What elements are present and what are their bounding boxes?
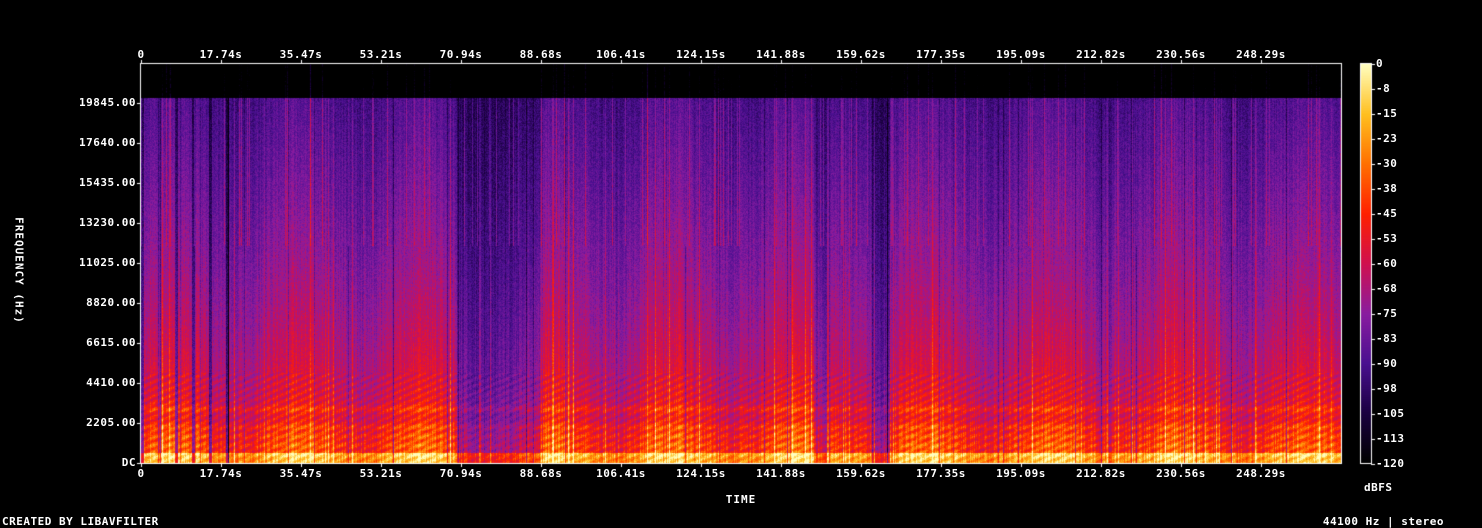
x-tick-label-bottom: 70.94s	[439, 467, 483, 480]
x-tick-label-top: 0	[137, 48, 145, 61]
x-tick-label-top: 230.56s	[1156, 48, 1206, 61]
colorbar-tick-label: 0	[1376, 57, 1384, 70]
y-tick-label: 17640.00	[79, 136, 136, 149]
y-tick-label: 19845.00	[79, 96, 136, 109]
x-tick-label-bottom: 230.56s	[1156, 467, 1206, 480]
x-tick-label-top: 248.29s	[1236, 48, 1286, 61]
colorbar-tick-label: -23	[1376, 132, 1398, 145]
y-tick-label: 6615.00	[86, 336, 136, 349]
y-tick-label: 2205.00	[86, 416, 136, 429]
x-tick-label-bottom: 106.41s	[596, 467, 646, 480]
colorbar-tick-label: -8	[1376, 82, 1391, 95]
colorbar-tick-label: -120	[1376, 457, 1405, 470]
x-tick-label-top: 124.15s	[676, 48, 726, 61]
colorbar-tick-label: -83	[1376, 332, 1398, 345]
colorbar-tick-label: -98	[1376, 382, 1398, 395]
x-tick-label-bottom: 88.68s	[519, 467, 563, 480]
x-tick-label-top: 17.74s	[199, 48, 243, 61]
colorbar-tick-label: -113	[1376, 432, 1405, 445]
x-tick-label-top: 195.09s	[996, 48, 1046, 61]
x-tick-label-top: 177.35s	[916, 48, 966, 61]
x-tick-label-bottom: 35.47s	[279, 467, 323, 480]
x-tick-label-top: 70.94s	[439, 48, 483, 61]
x-tick-label-top: 53.21s	[359, 48, 403, 61]
x-tick-label-bottom: 177.35s	[916, 467, 966, 480]
x-tick-label-top: 212.82s	[1076, 48, 1126, 61]
colorbar-tick-label: -45	[1376, 207, 1398, 220]
colorbar-tick-label: -105	[1376, 407, 1405, 420]
x-tick-label-bottom: 212.82s	[1076, 467, 1126, 480]
x-tick-label-bottom: 159.62s	[836, 467, 886, 480]
colorbar-tick-label: -60	[1376, 257, 1398, 270]
x-axis-label: TIME	[725, 493, 757, 506]
colorbar-tick-label: -30	[1376, 157, 1398, 170]
colorbar-unit-label: dBFS	[1364, 481, 1393, 494]
spectrogram-canvas	[0, 0, 1482, 528]
colorbar-tick-label: -38	[1376, 182, 1398, 195]
y-tick-label: 4410.00	[86, 376, 136, 389]
y-axis-label: FREQUENCY (Hz)	[12, 217, 26, 324]
x-tick-label-top: 35.47s	[279, 48, 323, 61]
y-tick-label: 13230.00	[79, 216, 136, 229]
x-tick-label-bottom: 195.09s	[996, 467, 1046, 480]
y-tick-label: 8820.00	[86, 296, 136, 309]
y-tick-label: DC	[121, 456, 136, 469]
colorbar-tick-label: -90	[1376, 357, 1398, 370]
x-tick-label-bottom: 124.15s	[676, 467, 726, 480]
colorbar-tick-label: -68	[1376, 282, 1398, 295]
x-tick-label-top: 159.62s	[836, 48, 886, 61]
x-tick-label-bottom: 248.29s	[1236, 467, 1286, 480]
footer-sample-rate: 44100 Hz | stereo	[1322, 515, 1444, 528]
x-tick-label-top: 88.68s	[519, 48, 563, 61]
colorbar-tick-label: -75	[1376, 307, 1398, 320]
colorbar-tick-label: -15	[1376, 107, 1398, 120]
footer-created-by: CREATED BY LIBAVFILTER	[2, 515, 159, 528]
x-tick-label-bottom: 141.88s	[756, 467, 806, 480]
x-tick-label-bottom: 53.21s	[359, 467, 403, 480]
x-tick-label-top: 141.88s	[756, 48, 806, 61]
y-tick-label: 11025.00	[79, 256, 136, 269]
x-tick-label-top: 106.41s	[596, 48, 646, 61]
x-tick-label-bottom: 17.74s	[199, 467, 243, 480]
colorbar-tick-label: -53	[1376, 232, 1398, 245]
y-tick-label: 15435.00	[79, 176, 136, 189]
x-tick-label-bottom: 0	[137, 467, 145, 480]
